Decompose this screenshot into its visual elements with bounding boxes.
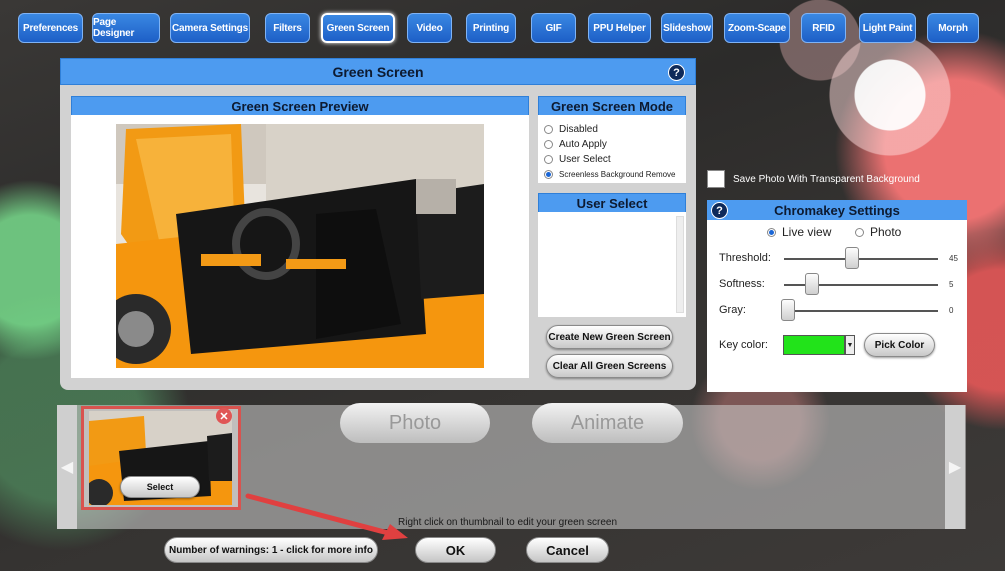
photo-button[interactable]: Photo: [340, 403, 490, 443]
tab-ppu-helper[interactable]: PPU Helper: [588, 13, 651, 43]
radio-icon: [544, 139, 553, 149]
tab-zoom-scape[interactable]: Zoom-Scape: [724, 13, 790, 43]
preview-header: Green Screen Preview: [71, 96, 529, 116]
ok-button[interactable]: OK: [415, 537, 496, 563]
tab-page-designer[interactable]: Page Designer: [92, 13, 160, 43]
mode-option-screenless[interactable]: Screenless Background Remove: [544, 167, 686, 181]
mode-option-label: User Select: [559, 153, 611, 165]
tab-green-screen[interactable]: Green Screen: [321, 13, 395, 43]
key-color-label: Key color:: [719, 339, 768, 351]
gray-slider-thumb[interactable]: [781, 299, 795, 321]
question-circle-icon[interactable]: ?: [711, 202, 728, 219]
car-preview-image: [116, 124, 484, 368]
mode-option-label: Disabled: [559, 123, 598, 135]
checkbox[interactable]: [707, 170, 725, 188]
edit-hint-text: Right click on thumbnail to edit your gr…: [398, 517, 618, 528]
tab-camera-settings[interactable]: Camera Settings: [170, 13, 250, 43]
preview-title: Green Screen Preview: [231, 98, 369, 114]
softness-value: 5: [949, 280, 954, 289]
tab-filters[interactable]: Filters: [265, 13, 310, 43]
question-circle-icon[interactable]: ?: [668, 64, 685, 81]
dialog-title: Green Screen ?: [60, 58, 696, 85]
clear-green-screens-button[interactable]: Clear All Green Screens: [546, 354, 673, 378]
threshold-track[interactable]: [784, 258, 938, 260]
select-button[interactable]: Select: [120, 476, 200, 498]
mode-option-user-select[interactable]: User Select: [544, 152, 611, 166]
radio-selected-icon: [544, 169, 553, 179]
softness-label: Softness:: [719, 278, 765, 290]
tab-rfid[interactable]: RFID: [801, 13, 846, 43]
save-transparent-option[interactable]: Save Photo With Transparent Background: [707, 170, 920, 188]
threshold-label: Threshold:: [719, 252, 771, 264]
user-select-header: User Select: [538, 193, 686, 213]
key-color-swatch[interactable]: [783, 335, 845, 355]
mode-option-auto-apply[interactable]: Auto Apply: [544, 137, 607, 151]
top-tab-bar: Preferences Page Designer Camera Setting…: [18, 13, 988, 45]
scroll-left-icon[interactable]: ◀: [57, 405, 77, 529]
view-option-label: Live view: [782, 225, 832, 239]
tab-light-paint[interactable]: Light Paint: [859, 13, 916, 43]
dialog-title-text: Green Screen: [332, 63, 424, 80]
tab-morph[interactable]: Morph: [927, 13, 979, 43]
create-green-screen-button[interactable]: Create New Green Screen: [546, 325, 673, 349]
softness-slider-thumb[interactable]: [805, 273, 819, 295]
gray-value: 0: [949, 306, 954, 315]
scroll-right-icon[interactable]: ▶: [945, 405, 965, 529]
radio-icon: [855, 227, 864, 237]
mode-header: Green Screen Mode: [538, 96, 686, 116]
pick-color-button[interactable]: Pick Color: [864, 333, 935, 357]
annotation-arrow-icon: [245, 493, 408, 540]
mode-option-label: Auto Apply: [559, 138, 607, 150]
threshold-slider-thumb[interactable]: [845, 247, 859, 269]
gray-track[interactable]: [784, 310, 938, 312]
chromakey-panel: ? Chromakey Settings Live view Photo Thr…: [707, 200, 967, 392]
mode-option-label: Screenless Background Remove: [559, 169, 676, 179]
threshold-value: 45: [949, 254, 958, 263]
radio-icon: [544, 124, 553, 134]
user-select-list[interactable]: [538, 212, 686, 317]
warnings-button[interactable]: Number of warnings: 1 - click for more i…: [164, 537, 378, 563]
cancel-button[interactable]: Cancel: [526, 537, 609, 563]
animate-button[interactable]: Animate: [532, 403, 683, 443]
tab-preferences[interactable]: Preferences: [18, 13, 83, 43]
user-select-title: User Select: [576, 195, 648, 211]
mode-title: Green Screen Mode: [550, 98, 674, 114]
tab-video[interactable]: Video: [407, 13, 452, 43]
chromakey-title: Chromakey Settings: [774, 202, 900, 218]
tab-printing[interactable]: Printing: [466, 13, 516, 43]
radio-icon: [544, 154, 553, 164]
tab-gif[interactable]: GIF: [531, 13, 576, 43]
gray-label: Gray:: [719, 304, 746, 316]
close-icon[interactable]: ✕: [216, 408, 232, 424]
tab-slideshow[interactable]: Slideshow: [661, 13, 713, 43]
radio-selected-icon: [767, 227, 776, 237]
view-option-photo[interactable]: Photo: [855, 225, 901, 239]
mode-option-disabled[interactable]: Disabled: [544, 122, 598, 136]
view-option-live[interactable]: Live view: [767, 225, 831, 239]
scrollbar[interactable]: [676, 216, 684, 313]
view-option-label: Photo: [870, 225, 902, 239]
chromakey-header: ? Chromakey Settings: [707, 200, 967, 220]
save-transparent-label: Save Photo With Transparent Background: [733, 173, 920, 185]
chevron-down-icon[interactable]: ▼: [845, 335, 855, 355]
